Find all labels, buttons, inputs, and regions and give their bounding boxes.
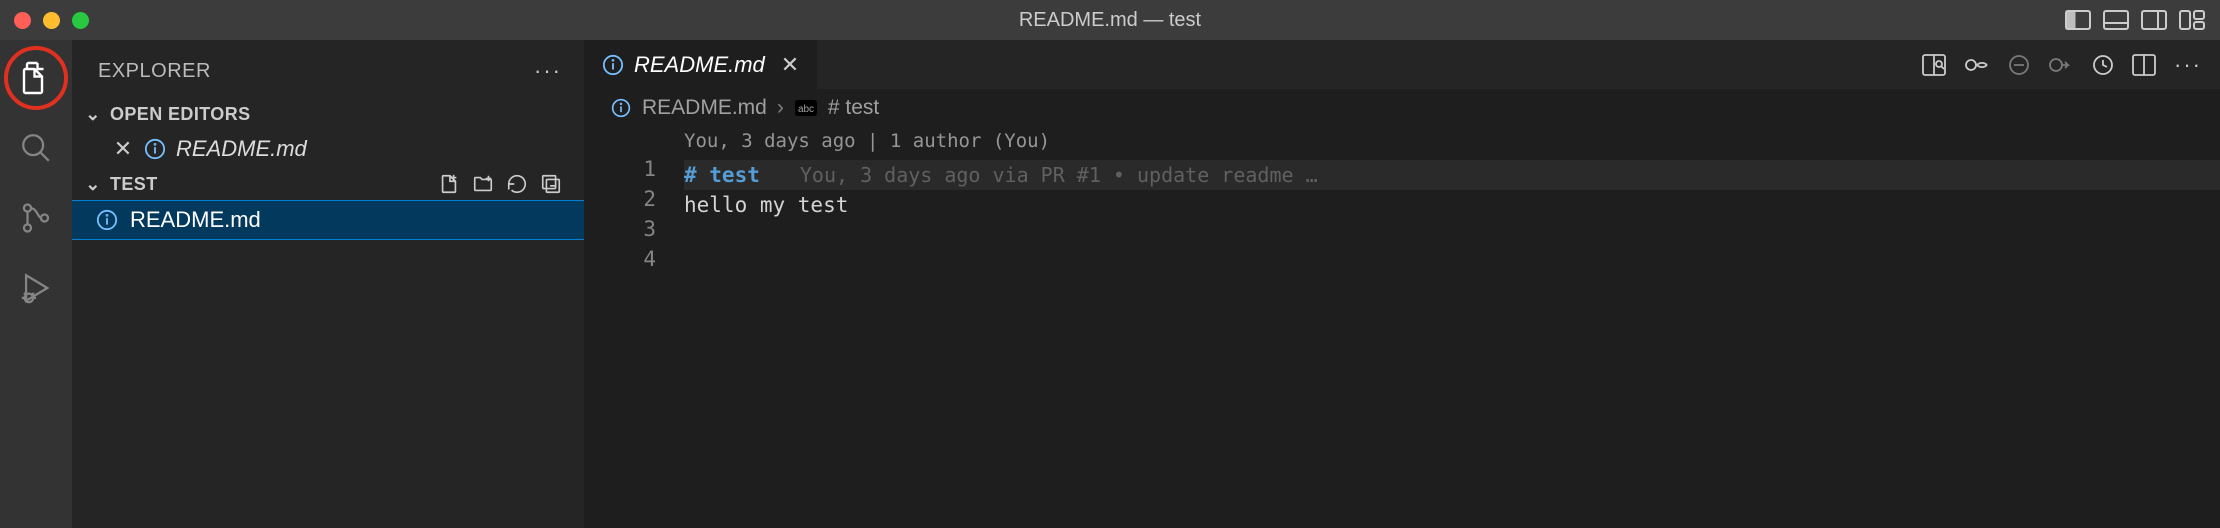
next-change-icon[interactable] <box>2048 54 2074 76</box>
activity-bar <box>0 40 72 528</box>
codelens-authors[interactable]: You, 3 days ago | 1 author (You) <box>684 126 2220 156</box>
folder-name: TEST <box>110 174 158 195</box>
code-line: # test <box>684 160 760 190</box>
breadcrumb-file: README.md <box>642 96 767 120</box>
titlebar: README.md — test <box>0 0 2220 40</box>
chevron-down-icon: ⌄ <box>84 174 102 195</box>
line-number: 3 <box>584 214 656 244</box>
folder-header[interactable]: ⌄ TEST <box>72 167 584 201</box>
svg-text:abc: abc <box>798 104 814 115</box>
revision-history-icon[interactable] <box>2092 54 2114 76</box>
line-number: 2 <box>584 184 656 214</box>
editor-content[interactable]: You, 3 days ago | 1 author (You) # test … <box>684 126 2220 528</box>
window-title: README.md — test <box>0 9 2220 32</box>
tabs-row: README.md ✕ <box>584 40 2220 90</box>
sidebar-more-icon[interactable]: ··· <box>534 58 562 84</box>
search-icon[interactable] <box>16 128 56 168</box>
open-editors-label: OPEN EDITORS <box>110 104 251 125</box>
refresh-icon[interactable] <box>506 173 528 195</box>
file-annotations-icon[interactable] <box>1964 54 1990 76</box>
breadcrumb-symbol: # test <box>828 96 879 120</box>
explorer-sidebar: EXPLORER ··· ⌄ OPEN EDITORS ✕ README.md … <box>72 40 584 528</box>
editor-more-icon[interactable]: ··· <box>2174 52 2202 78</box>
line-number-gutter: 1 2 3 4 <box>584 126 684 528</box>
open-editors-header[interactable]: ⌄ OPEN EDITORS <box>72 98 584 131</box>
run-debug-icon[interactable] <box>16 268 56 308</box>
git-blame-annotation: You, 3 days ago via PR #1 • update readm… <box>800 160 1318 190</box>
info-icon <box>144 138 166 160</box>
line-number: 4 <box>584 244 656 274</box>
info-icon <box>610 97 632 119</box>
split-editor-icon[interactable] <box>2132 54 2156 76</box>
file-name: README.md <box>130 207 261 233</box>
editor-group: README.md ✕ <box>584 40 2220 528</box>
info-icon <box>96 209 118 231</box>
code-line: hello my test <box>684 190 2220 220</box>
prev-change-icon[interactable] <box>2008 54 2030 76</box>
close-icon[interactable]: ✕ <box>781 52 799 78</box>
open-preview-icon[interactable] <box>1922 54 1946 76</box>
close-icon[interactable]: ✕ <box>112 136 134 162</box>
line-number: 1 <box>584 154 656 184</box>
annotation-circle <box>4 46 68 110</box>
tab-label: README.md <box>634 52 765 78</box>
collapse-all-icon[interactable] <box>540 173 562 195</box>
info-icon <box>602 54 624 76</box>
new-file-icon[interactable] <box>438 173 460 195</box>
chevron-down-icon: ⌄ <box>84 104 102 125</box>
open-editor-filename: README.md <box>176 136 307 162</box>
breadcrumb[interactable]: README.md › abc # test <box>584 90 2220 126</box>
open-editor-item[interactable]: ✕ README.md <box>72 131 584 167</box>
sidebar-title: EXPLORER <box>98 60 211 83</box>
file-item[interactable]: README.md <box>72 201 584 239</box>
chevron-right-icon: › <box>777 96 784 120</box>
editor-tab[interactable]: README.md ✕ <box>584 40 818 89</box>
symbol-string-icon: abc <box>794 99 818 117</box>
source-control-icon[interactable] <box>16 198 56 238</box>
new-folder-icon[interactable] <box>472 173 494 195</box>
